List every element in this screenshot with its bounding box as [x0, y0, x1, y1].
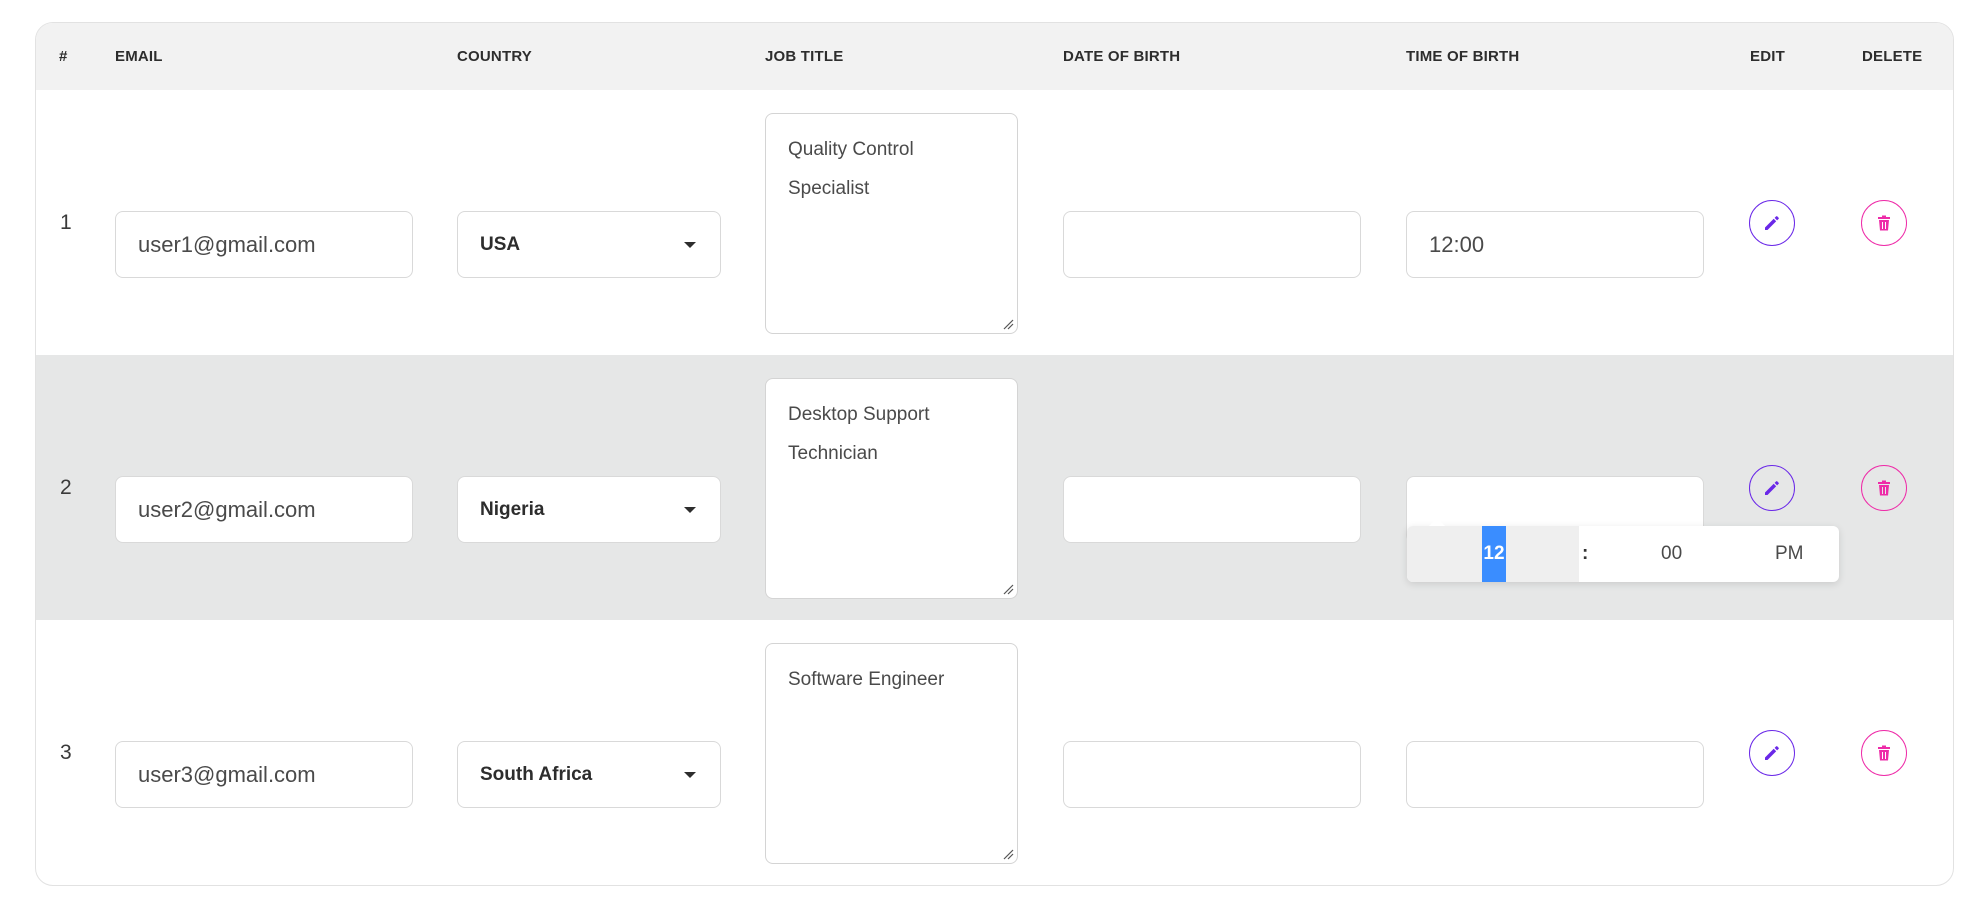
trash-icon	[1878, 215, 1890, 231]
resize-handle-icon[interactable]	[1002, 583, 1014, 595]
job-title-text: Software Engineer	[788, 669, 945, 690]
users-table: # EMAIL COUNTRY JOB TITLE DATE OF BIRTH …	[35, 22, 1954, 886]
country-select[interactable]: Nigeria	[457, 476, 721, 543]
edit-button[interactable]	[1749, 465, 1795, 511]
row-number: 2	[60, 476, 72, 499]
header-job-title: JOB TITLE	[765, 48, 844, 65]
job-title-text: Quality Control Specialist	[788, 139, 914, 199]
email-input[interactable]: user3@gmail.com	[115, 741, 413, 808]
email-input[interactable]: user1@gmail.com	[115, 211, 413, 278]
time-picker-separator: :	[1582, 543, 1589, 564]
date-of-birth-input[interactable]	[1063, 741, 1361, 808]
job-title-textarea[interactable]: Software Engineer	[765, 643, 1018, 864]
resize-handle-icon[interactable]	[1002, 318, 1014, 330]
edit-button[interactable]	[1749, 730, 1795, 776]
country-select[interactable]: USA	[457, 211, 721, 278]
job-title-text: Desktop Support Technician	[788, 404, 930, 464]
caret-down-icon	[684, 242, 696, 248]
header-edit: EDIT	[1750, 48, 1785, 65]
time-of-birth-input[interactable]	[1406, 741, 1704, 808]
job-title-textarea[interactable]: Desktop Support Technician	[765, 378, 1018, 599]
time-picker-minute[interactable]: 00	[1661, 526, 1682, 582]
caret-down-icon	[684, 772, 696, 778]
trash-icon	[1878, 745, 1890, 761]
date-of-birth-input[interactable]	[1063, 211, 1361, 278]
job-title-textarea[interactable]: Quality Control Specialist	[765, 113, 1018, 334]
header-country: COUNTRY	[457, 48, 533, 65]
header-email: EMAIL	[115, 48, 163, 65]
table-header: # EMAIL COUNTRY JOB TITLE DATE OF BIRTH …	[36, 23, 1953, 90]
time-picker-hour[interactable]: 12	[1482, 526, 1506, 582]
table-row: 3 user3@gmail.com South Africa Software …	[36, 620, 1953, 885]
country-select-value: Nigeria	[480, 499, 545, 520]
country-select-value: South Africa	[480, 764, 593, 785]
caret-down-icon	[684, 507, 696, 513]
row-number: 1	[60, 211, 72, 234]
time-picker-hour-zone[interactable]: 12	[1407, 526, 1579, 582]
date-of-birth-input[interactable]	[1063, 476, 1361, 543]
header-num: #	[59, 48, 68, 65]
header-date-of-birth: DATE OF BIRTH	[1063, 48, 1181, 65]
pencil-icon	[1765, 216, 1779, 230]
pencil-icon	[1765, 746, 1779, 760]
header-time-of-birth: TIME OF BIRTH	[1406, 48, 1520, 65]
delete-button[interactable]	[1861, 465, 1907, 511]
country-select-value: USA	[480, 234, 521, 255]
header-delete: DELETE	[1862, 48, 1923, 65]
time-of-birth-input[interactable]: 12:00	[1406, 211, 1704, 278]
trash-icon	[1878, 480, 1890, 496]
country-select[interactable]: South Africa	[457, 741, 721, 808]
time-picker-arrow	[1429, 518, 1445, 526]
table-row: 1 user1@gmail.com USA Quality Control Sp…	[36, 90, 1953, 355]
time-picker-popup: 12 : 00 PM	[1407, 518, 1839, 582]
delete-button[interactable]	[1861, 730, 1907, 776]
delete-button[interactable]	[1861, 200, 1907, 246]
edit-button[interactable]	[1749, 200, 1795, 246]
row-number: 3	[60, 741, 72, 764]
pencil-icon	[1765, 481, 1779, 495]
email-input[interactable]: user2@gmail.com	[115, 476, 413, 543]
resize-handle-icon[interactable]	[1002, 848, 1014, 860]
time-picker-ampm[interactable]: PM	[1775, 526, 1804, 582]
